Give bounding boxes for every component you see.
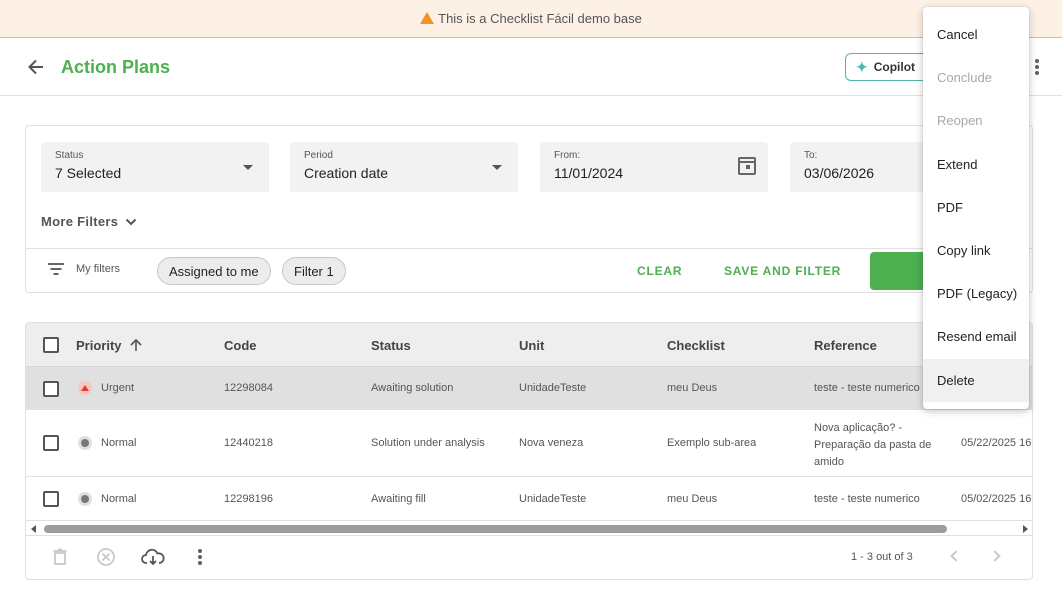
cell-status: Solution under analysis [371, 437, 485, 449]
cell-date: 05/02/2025 16 [961, 493, 1032, 505]
warning-icon [420, 11, 435, 24]
more-filters-button[interactable]: More Filters [41, 214, 137, 229]
chevron-right-icon[interactable] [989, 550, 1001, 562]
cell-status: Awaiting fill [371, 493, 426, 505]
cell-code: 12440218 [224, 437, 273, 449]
status-select[interactable]: Status 7 Selected [41, 142, 269, 192]
cell-code: 12298196 [224, 493, 273, 505]
actions-menu: Cancel Conclude Reopen Extend PDF Copy l… [923, 7, 1029, 409]
sparkle-icon: ✦ [856, 58, 868, 75]
page-header: Action Plans ✦ Copilot [0, 39, 1062, 96]
caret-down-icon [243, 165, 253, 170]
action-plans-table: Priority Code Status Unit Checklist Refe… [25, 322, 1033, 580]
row-checkbox[interactable] [43, 491, 59, 507]
cell-reference: teste - teste numerico [814, 382, 920, 394]
menu-item-copy-link[interactable]: Copy link [923, 229, 1029, 272]
from-label: From: [554, 150, 581, 161]
normal-priority-icon [78, 436, 92, 450]
scrollbar-thumb[interactable] [44, 525, 947, 533]
column-checklist[interactable]: Checklist [667, 338, 725, 353]
table-row[interactable]: Urgent 12298084 Awaiting solution Unidad… [26, 367, 1032, 410]
cell-checklist: meu Deus [667, 493, 718, 505]
menu-item-reopen: Reopen [937, 113, 983, 129]
from-value: 11/01/2024 [554, 165, 624, 181]
table-row[interactable]: Normal 12440218 Solution under analysis … [26, 410, 1032, 477]
menu-item-extend[interactable]: Extend [923, 143, 1029, 186]
scroll-right-icon[interactable] [1023, 525, 1028, 533]
status-value: 7 Selected [55, 165, 122, 181]
calendar-icon[interactable] [738, 157, 756, 175]
table-header: Priority Code Status Unit Checklist Refe… [26, 323, 1032, 367]
table-row[interactable]: Normal 12298196 Awaiting fill UnidadeTes… [26, 477, 1032, 521]
menu-item-pdf[interactable]: PDF [923, 186, 1029, 229]
cell-priority: Urgent [101, 382, 135, 394]
cell-reference: Nova aplicação? - Preparação da pasta de… [814, 422, 932, 468]
row-checkbox[interactable] [43, 381, 59, 397]
chip-assigned-to-me[interactable]: Assigned to me [157, 257, 271, 285]
column-priority-label: Priority [76, 338, 122, 353]
sort-ascending-icon [130, 338, 142, 351]
cancel-circle-icon[interactable] [96, 547, 116, 567]
cell-unit: UnidadeTeste [519, 493, 587, 505]
banner-text: This is a Checklist Fácil demo base [438, 11, 642, 26]
caret-down-icon [492, 165, 502, 170]
column-reference[interactable]: Reference [814, 338, 877, 353]
normal-priority-icon [78, 492, 92, 506]
pagination-text: 1 - 3 out of 3 [851, 551, 913, 563]
period-value: Creation date [304, 165, 389, 181]
chip-filter-1[interactable]: Filter 1 [282, 257, 346, 285]
clear-button[interactable]: CLEAR [637, 264, 682, 278]
page-title: Action Plans [61, 57, 171, 77]
cell-code: 12298084 [224, 382, 273, 394]
column-priority[interactable]: Priority [76, 338, 143, 353]
my-filters-label: My filters [76, 263, 120, 275]
trash-icon[interactable] [50, 547, 70, 567]
period-select[interactable]: Period Creation date [290, 142, 518, 192]
cell-priority: Normal [101, 437, 137, 449]
cell-reference: teste - teste numerico [814, 493, 920, 505]
copilot-label: Copilot [873, 60, 916, 74]
column-code[interactable]: Code [224, 338, 257, 353]
more-filters-label: More Filters [41, 214, 119, 229]
my-filters[interactable]: My filters [48, 263, 120, 275]
filter-list-icon [48, 263, 64, 275]
cell-unit: Nova veneza [519, 437, 584, 449]
from-date-field[interactable]: From: 11/01/2024 [540, 142, 768, 192]
cell-unit: UnidadeTeste [519, 382, 587, 394]
cell-priority: Normal [101, 493, 137, 505]
menu-item-conclude: Conclude [937, 70, 992, 86]
menu-item-resend-email[interactable]: Resend email [923, 315, 1029, 358]
cloud-download-icon[interactable] [141, 547, 165, 567]
urgent-priority-icon [78, 381, 92, 395]
period-label: Period [304, 150, 333, 161]
column-status[interactable]: Status [371, 338, 411, 353]
filters-panel: Status 7 Selected Period Creation date F… [25, 125, 1033, 293]
row-checkbox[interactable] [43, 435, 59, 451]
cell-checklist: meu Deus [667, 382, 718, 394]
divider [26, 248, 1032, 249]
chevron-down-icon [126, 218, 137, 226]
chevron-left-icon[interactable] [950, 550, 962, 562]
cell-status: Awaiting solution [371, 382, 454, 394]
footer-more-icon[interactable] [197, 549, 203, 565]
status-label: Status [55, 150, 84, 161]
cell-date: 05/22/2025 16 [961, 437, 1032, 449]
column-unit[interactable]: Unit [519, 338, 544, 353]
horizontal-scrollbar[interactable] [26, 522, 1032, 536]
cell-checklist: Exemplo sub-area [667, 437, 757, 449]
demo-banner: This is a Checklist Fácil demo base [0, 0, 1062, 38]
scroll-left-icon[interactable] [31, 525, 36, 533]
select-all-checkbox[interactable] [43, 337, 59, 353]
menu-item-cancel[interactable]: Cancel [923, 13, 1029, 56]
more-options-icon[interactable] [1028, 57, 1046, 77]
menu-item-delete[interactable]: Delete [923, 358, 1029, 402]
arrow-back-icon[interactable] [26, 57, 46, 77]
save-and-filter-button[interactable]: SAVE AND FILTER [724, 264, 841, 278]
menu-item-pdf-legacy[interactable]: PDF (Legacy) [923, 272, 1029, 315]
